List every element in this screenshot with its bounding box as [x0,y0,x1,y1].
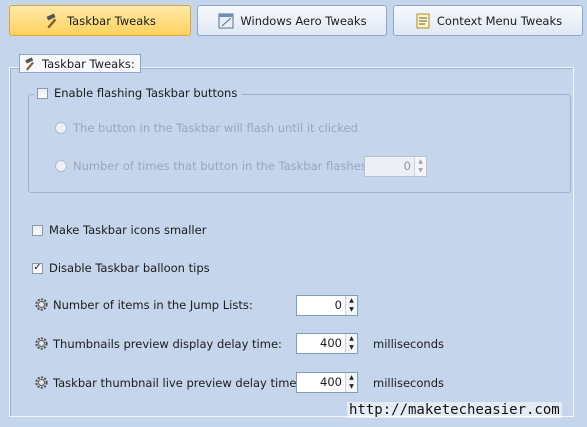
checkbox-box[interactable] [32,224,43,236]
chevron-down-icon[interactable]: ▼ [346,383,357,393]
tab-context-menu-tweaks[interactable]: Context Menu Tweaks [393,5,583,36]
thumbnail-delay-stepper[interactable]: 400 ▲ ▼ [296,333,358,354]
context-menu-icon [414,12,432,30]
enable-flashing-label: Enable flashing Taskbar buttons [54,86,238,100]
thumbnail-delay-unit: milliseconds [373,337,444,351]
window-icon [217,12,235,30]
group-title: Taskbar Tweaks: [19,54,141,73]
thumbnail-delay-setting: Thumbnails preview display delay time: [34,336,282,351]
live-preview-delay-setting: Taskbar thumbnail live preview delay tim… [34,375,300,390]
stepper-value: 0 [334,298,342,312]
tab-label: Windows Aero Tweaks [240,13,367,28]
chevron-up-icon[interactable]: ▲ [346,296,357,306]
live-preview-delay-stepper[interactable]: 400 ▲ ▼ [296,372,358,393]
gear-icon [34,375,49,390]
balloon-tips-label: Disable Taskbar balloon tips [49,261,210,275]
stepper-value: 0 [403,159,411,173]
setting-label: Number of items in the Jump Lists: [53,297,253,312]
chevron-down-icon[interactable]: ▼ [346,306,357,316]
setting-label: Taskbar thumbnail live preview delay tim… [53,375,301,390]
watermark-text: http://maketecheasier.com [347,402,562,418]
enable-flashing-checkbox[interactable]: Enable flashing Taskbar buttons [34,86,243,100]
flashing-group [28,94,571,193]
radio-flash-times[interactable]: Number of times that button in the Taskb… [55,159,371,173]
chevron-down-icon[interactable]: ▼ [346,344,357,354]
radio-circle[interactable] [55,122,67,134]
jump-list-setting: Number of items in the Jump Lists: [34,297,253,312]
group-title-text: Taskbar Tweaks: [42,56,135,71]
flash-times-stepper[interactable]: 0 ▲ ▼ [364,156,427,177]
checkmark-icon[interactable]: ✓ [32,262,43,274]
checkbox-box[interactable] [37,87,48,99]
balloon-tips-checkbox[interactable]: ✓ Disable Taskbar balloon tips [32,261,210,275]
chevron-up-icon[interactable]: ▲ [346,373,357,383]
radio-flash-until-clicked[interactable]: The button in the Taskbar will flash unt… [55,121,358,135]
gear-icon [34,297,49,312]
radio-label: Number of times that button in the Taskb… [73,159,371,173]
smaller-icons-checkbox[interactable]: Make Taskbar icons smaller [32,223,206,237]
setting-label: Thumbnails preview display delay time: [53,336,282,351]
jump-list-stepper[interactable]: 0 ▲ ▼ [296,295,358,316]
tab-taskbar-tweaks[interactable]: Taskbar Tweaks [9,5,191,36]
chevron-up-icon[interactable]: ▲ [346,334,357,344]
gear-icon [34,336,49,351]
tab-label: Taskbar Tweaks [67,13,156,28]
tab-label: Context Menu Tweaks [436,13,563,28]
stepper-value: 400 [320,336,342,350]
radio-label: The button in the Taskbar will flash unt… [73,121,358,135]
hammer-icon [44,12,62,30]
tab-windows-aero-tweaks[interactable]: Windows Aero Tweaks [197,5,387,36]
hammer-icon [23,56,39,72]
stepper-value: 400 [320,375,342,389]
live-preview-delay-unit: milliseconds [373,376,444,390]
chevron-down-icon[interactable]: ▼ [415,167,426,177]
chevron-up-icon[interactable]: ▲ [415,157,426,167]
smaller-icons-label: Make Taskbar icons smaller [49,223,207,237]
radio-circle[interactable] [55,160,67,172]
